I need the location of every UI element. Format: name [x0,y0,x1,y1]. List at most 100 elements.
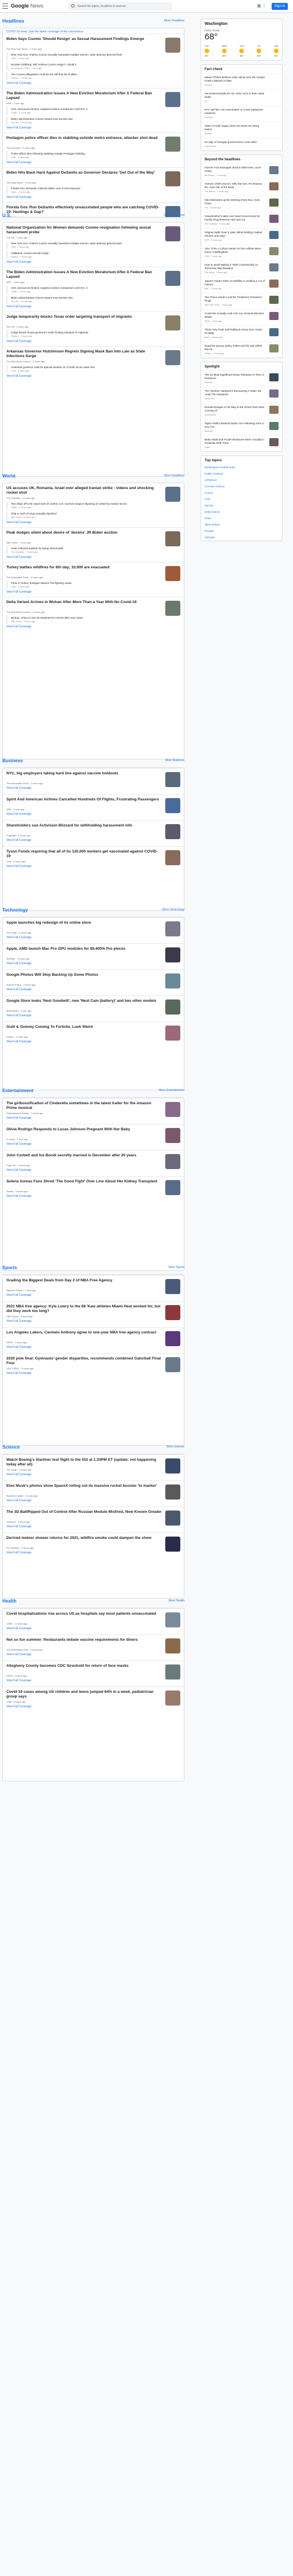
full-coverage-link[interactable]: View Full Coverage [6,340,180,343]
story-source[interactable]: The Wall Street Journal · 2 hours ago [6,611,180,613]
topic-link[interactable]: Gold [201,496,282,502]
story-source[interactable]: CNBC · 2 hours ago [6,1622,180,1625]
full-coverage-link[interactable]: View Full Coverage [6,988,180,991]
story-headline[interactable]: Not so fun summer: Restaurants debate va… [6,1638,162,1647]
story-thumbnail[interactable] [165,531,180,546]
full-coverage-link[interactable]: View Full Coverage [6,1320,180,1323]
section-title[interactable]: Science More Science [2,1445,184,1454]
full-coverage-link[interactable]: View Full Coverage [6,865,180,868]
story-headline[interactable]: Google Photos Will Stop Backing Up Some … [6,973,162,982]
story-source[interactable]: Kotaku · 2 hours ago [6,1035,180,1038]
related-article[interactable]: Biden administration moves toward new ev… [6,295,180,304]
story-headline[interactable]: Watch Boeing's Starliner test flight to … [6,1458,162,1467]
story-headline[interactable]: Tyson Foods requiring that all of its 12… [6,850,162,859]
section-title[interactable]: U.S. More Headlines [2,213,184,222]
full-coverage-link[interactable]: View Full Coverage [6,521,180,524]
story-source[interactable]: Entertainment Weekly · 2 hours ago [6,1112,180,1115]
story-source[interactable]: The Verge · 2 hours ago [6,1468,180,1471]
sign-in-button[interactable]: Sign in [272,3,288,10]
related-article[interactable]: Wuhan, China to test all residents for C… [6,615,180,624]
story-headline[interactable]: 2020 pole final: Gymnasts' gender dispar… [6,1357,162,1366]
beyond-headlines-item[interactable]: Grandmother's talks over hand Government… [201,212,282,228]
story-source[interactable]: CBS Sports · 2 hours ago [6,1315,180,1318]
story-source[interactable]: CNN · 3 hours ago [6,860,180,863]
story-thumbnail[interactable] [165,999,180,1015]
full-coverage-link[interactable]: View Full Coverage [6,305,180,308]
story-source[interactable]: The Washington Post · 2 hours ago [6,1648,180,1651]
beyond-headlines-item[interactable]: The Prince Sarah Lund the Treatment of E… [201,293,282,309]
story-thumbnail[interactable] [165,137,180,152]
topic-link[interactable]: Jeff Bezos [201,477,282,483]
story-thumbnail[interactable] [165,226,180,241]
story-source[interactable]: Fox Weather · 3 hours ago [6,1546,180,1549]
full-coverage-link[interactable]: View Full Coverage [6,1627,180,1630]
story-source[interactable]: The Guardian · 2 hours ago [6,497,180,499]
story-thumbnail[interactable] [165,921,180,936]
story-thumbnail[interactable] [165,601,180,616]
story-headline[interactable]: Apple launches big redesign of its onlin… [6,921,162,930]
related-article[interactable]: Fires in Turkey: Erdogan blames 'fire-fi… [6,580,180,589]
story-headline[interactable]: Google Store looks 'Next Goodwill', new … [6,999,162,1008]
story-thumbnail[interactable] [165,271,180,286]
full-coverage-link[interactable]: View Full Coverage [6,787,180,790]
full-coverage-link[interactable]: View Full Coverage [6,625,180,629]
story-thumbnail[interactable] [165,1458,180,1473]
story-source[interactable]: The Associated Press · 2 hours ago [6,782,180,785]
related-article[interactable]: The Cuomo allegations could be the cliff… [6,72,180,80]
story-headline[interactable]: Covid-19 cases among US children and tee… [6,1690,162,1699]
beyond-headlines-item[interactable]: Kkk eliminated up the Working Party Box,… [201,196,282,212]
full-coverage-link[interactable]: View Full Coverage [6,1040,180,1043]
story-headline[interactable]: Pentagon police officer dies in stabbing… [6,136,162,145]
full-coverage-link[interactable]: View Full Coverage [6,1705,180,1708]
full-coverage-link[interactable]: View Full Coverage [6,1653,180,1656]
story-source[interactable]: 9to5Mac · 3 hours ago [6,957,180,960]
story-source[interactable]: KDKA · 3 hours ago [6,1674,180,1677]
topic-link[interactable]: Texas [201,515,282,521]
story-source[interactable]: NPR · 1 hour ago [6,808,180,811]
story-headline[interactable]: Biden Hits Back Hard Against DeSantis as… [6,171,162,180]
story-headline[interactable]: The 3D BattRipped Out of Control After R… [6,1510,162,1519]
full-coverage-link[interactable]: View Full Coverage [6,1014,180,1017]
related-article[interactable]: Nicolas Goldberg: Will Andrew Cuomo resi… [6,62,180,71]
topic-link[interactable]: Nevada [201,528,282,534]
story-thumbnail[interactable] [165,973,180,988]
story-thumbnail[interactable] [165,171,180,186]
story-source[interactable]: Gizmodo · 3 hours ago [6,1520,180,1523]
story-thumbnail[interactable] [165,1102,180,1117]
story-headline[interactable]: Olivia Rodrigo Responds to Lucas Johnson… [6,1127,162,1137]
story-headline[interactable]: 2021 NBA free agency: Kyle Lowry to the … [6,1304,162,1314]
full-coverage-link[interactable]: View Full Coverage [6,1168,180,1172]
full-coverage-link[interactable]: View Full Coverage [6,1551,180,1555]
story-source[interactable]: The Daily Beast · 1 hour ago [6,181,180,184]
beyond-headlines-item[interactable]: Read the privacy policy online and the a… [201,341,282,358]
story-thumbnail[interactable] [165,798,180,813]
weather-card[interactable]: Washington Partly cloudy 68° Tue 84° Wed 86° Th… [201,19,283,61]
full-coverage-link[interactable]: View Full Coverage [6,1525,180,1528]
full-coverage-link[interactable]: View Full Coverage [6,1142,180,1146]
more-section-link[interactable]: More Science [166,1445,184,1449]
story-thumbnail[interactable] [165,566,180,581]
story-headline[interactable]: The Biden Administration Issues A New Ev… [6,91,162,101]
full-coverage-link[interactable]: View Full Coverage [6,839,180,842]
full-coverage-link[interactable]: View Full Coverage [6,813,180,816]
story-thumbnail[interactable] [165,947,180,962]
more-section-link[interactable]: More Technology [162,908,184,912]
beyond-headlines-item[interactable]: Could We Actually Look Into Any Unusual … [201,309,282,325]
story-source[interactable]: Variety · 3 hours ago [6,1190,180,1193]
story-headline[interactable]: Selena Gomez Fans Shred 'The Good Fight'… [6,1179,162,1189]
story-headline[interactable]: Judge temporarily blocks Texas order tar… [6,315,162,324]
full-coverage-link[interactable]: View Full Coverage [6,1372,180,1375]
story-source[interactable]: BBC News · 1 hour ago [6,541,180,544]
related-article[interactable]: Police officer dies following stabbing o… [6,151,180,160]
story-source[interactable]: Engadget · 2 hours ago [6,834,180,837]
related-article[interactable]: Gillibrand: Cuomo should resign Politico … [6,251,180,259]
full-coverage-link[interactable]: View Full Coverage [6,196,180,199]
related-article[interactable]: Biden administration moves toward new ev… [6,116,180,125]
story-thumbnail[interactable] [165,315,180,330]
section-title[interactable]: World More Headlines [2,473,184,483]
story-headline[interactable]: Derived meteor shower returns for 2021, … [6,1536,162,1545]
more-headlines-link[interactable]: More Headlines [164,474,184,477]
story-thumbnail[interactable] [165,1484,180,1500]
story-source[interactable]: Bleacher Report · 1 hour ago [6,1289,180,1292]
story-source[interactable]: NPR · 1 hour ago [6,281,180,284]
